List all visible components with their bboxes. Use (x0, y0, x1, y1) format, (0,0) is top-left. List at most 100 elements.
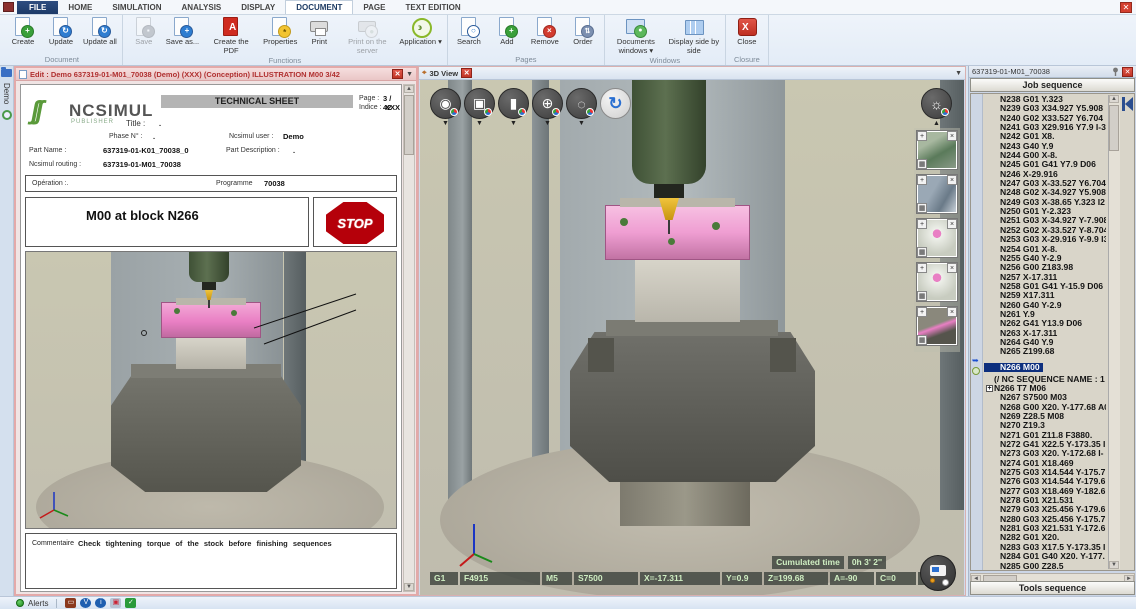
delete-icon[interactable]: × (947, 263, 957, 273)
report-icon[interactable]: ▣ (110, 598, 121, 608)
skip-to-block-icon[interactable] (1121, 96, 1134, 112)
save-as-button[interactable]: Save as... (163, 15, 202, 56)
tab-home[interactable]: HOME (58, 1, 102, 14)
caret-down-icon[interactable]: ▼ (442, 120, 449, 127)
scroll-down-icon[interactable]: ▼ (404, 583, 414, 591)
print-on-the-server-button[interactable]: Print on the server (338, 15, 396, 56)
document-scrollbar[interactable]: ▲ ▼ (403, 84, 415, 592)
project-folder-icon[interactable] (1, 69, 12, 77)
window-close-button[interactable]: ✕ (1120, 2, 1132, 13)
snapshot-4[interactable]: + × ▦ (916, 262, 958, 302)
tab-analysis[interactable]: ANALYSIS (172, 1, 232, 14)
scroll-thumb[interactable] (1109, 105, 1119, 151)
verify-icon[interactable]: V (80, 598, 91, 608)
grid-icon[interactable]: ▦ (917, 203, 927, 213)
zoom-icon[interactable]: + (917, 263, 927, 273)
tab-page[interactable]: PAGE (353, 1, 395, 14)
document-titlebar[interactable]: Edit : Demo 637319-01-M01_70038 (Demo) (… (16, 68, 416, 81)
print-button[interactable]: Print (300, 15, 338, 56)
grid-icon[interactable]: ▦ (917, 247, 927, 257)
delete-icon[interactable]: × (947, 131, 957, 141)
3d-viewport[interactable]: ◉▼▣▼▮▼⊕▼◌▼↻ ☼▲ +×▦+×▦+×▦+×▦+×▦ Cumulated… (420, 80, 964, 595)
user-label: Ncsimul user : (229, 133, 273, 140)
ok-check-icon[interactable]: ✓ (125, 598, 136, 608)
delete-icon[interactable]: × (947, 219, 957, 229)
gcode-line[interactable]: N266 M00 (984, 363, 1043, 372)
display-side-by-side-button[interactable]: Display side by side (665, 15, 723, 56)
document-close-button[interactable]: ✕ (392, 69, 403, 79)
scroll-up-icon[interactable]: ▲ (404, 85, 414, 93)
job-panel-header[interactable]: 637319-01-M01_70038 ✕ (969, 66, 1136, 78)
caret-down-icon[interactable]: ▼ (578, 120, 585, 127)
scroll-thumb[interactable] (404, 95, 414, 155)
programme-label: Programme (216, 180, 253, 187)
snapshot-3[interactable]: + × ▦ (916, 218, 958, 258)
job-panel-close-button[interactable]: ✕ (1122, 67, 1133, 77)
tool-display-button[interactable]: ▮ (498, 88, 529, 119)
job-sequence-bar[interactable]: Job sequence (970, 78, 1135, 92)
document-menu-caret-icon[interactable]: ▼ (406, 71, 413, 78)
tab-text-edition[interactable]: TEXT EDITION (395, 1, 470, 14)
update-button[interactable]: Update (42, 15, 80, 55)
caret-up-icon[interactable]: ▲ (933, 120, 940, 127)
properties-button[interactable]: Properties (260, 15, 300, 56)
scroll-up-icon[interactable]: ▲ (1109, 95, 1119, 103)
tab-document[interactable]: DOCUMENT (285, 0, 353, 14)
expander-icon[interactable]: + (986, 385, 993, 392)
add-button[interactable]: Add (488, 15, 526, 55)
save-button[interactable]: Save (125, 15, 163, 56)
properties-icon (269, 17, 291, 37)
search-icon (458, 17, 480, 37)
history-icon[interactable] (2, 110, 12, 120)
solid-display-button[interactable]: ▣ (464, 88, 495, 119)
info-icon[interactable]: i (95, 598, 106, 608)
zoom-button[interactable]: ⊕ (532, 88, 563, 119)
zoom-icon[interactable]: + (917, 175, 927, 185)
delete-icon[interactable]: × (947, 175, 957, 185)
delete-icon[interactable]: × (947, 307, 957, 317)
create-the-pdf-button[interactable]: Create the PDF (202, 15, 260, 56)
view3d-menu-caret-icon[interactable]: ▼ (955, 70, 962, 77)
view-settings-button[interactable]: ☼ (921, 88, 952, 119)
gcode-line[interactable]: N265 Z199.68 (984, 347, 1106, 356)
job-list-vscrollbar[interactable]: ▲ ▼ (1108, 95, 1120, 569)
app-icon[interactable] (3, 2, 14, 12)
rotate-view-button[interactable]: ↻ (600, 88, 631, 119)
search-button[interactable]: Search (450, 15, 488, 55)
caret-down-icon[interactable]: ▼ (510, 120, 517, 127)
left-dock-strip: Demo (0, 66, 14, 596)
remove-button[interactable]: Remove (526, 15, 564, 55)
render-views-button[interactable]: ◉ (430, 88, 461, 119)
tools-sequence-bar[interactable]: Tools sequence (970, 581, 1135, 595)
caret-down-icon[interactable]: ▼ (476, 120, 483, 127)
update-all-button[interactable]: Update all (80, 15, 120, 55)
gcode-line[interactable]: N285 G00 Z28.5 (984, 562, 1106, 571)
view3d-close-button[interactable]: ✕ (461, 68, 472, 78)
machine-status-icon[interactable]: ▭ (65, 598, 76, 608)
application-button[interactable]: Application ▾ (396, 15, 445, 56)
zoom-icon[interactable]: + (917, 131, 927, 141)
tab-simulation[interactable]: SIMULATION (102, 1, 171, 14)
selection-button[interactable]: ◌ (566, 88, 597, 119)
scroll-down-icon[interactable]: ▼ (1109, 561, 1119, 569)
caret-down-icon[interactable]: ▼ (544, 120, 551, 127)
grid-icon[interactable]: ▦ (917, 291, 927, 301)
snapshot-2[interactable]: + × ▦ (916, 174, 958, 214)
view3d-titlebar[interactable]: ⌖ 3D View ✕ ▼ (419, 67, 965, 80)
pin-icon[interactable] (1111, 67, 1120, 77)
documents-windows-button[interactable]: Documents windows ▾ (607, 15, 665, 56)
close-button[interactable]: Close (728, 15, 766, 55)
snapshot-1[interactable]: + × ▦ (916, 130, 958, 170)
grid-icon[interactable]: ▦ (917, 159, 927, 169)
grid-icon[interactable]: ▦ (917, 335, 927, 345)
pdf-icon (220, 17, 242, 37)
tab-display[interactable]: DISPLAY (231, 1, 285, 14)
machine-view-button[interactable] (920, 555, 956, 591)
snapshot-5[interactable]: + × ▦ (916, 306, 958, 346)
project-tab-demo[interactable]: Demo (2, 83, 11, 104)
create-button[interactable]: Create (4, 15, 42, 55)
tab-file[interactable]: FILE (17, 1, 58, 14)
order-button[interactable]: Order (564, 15, 602, 55)
zoom-icon[interactable]: + (917, 219, 927, 229)
zoom-icon[interactable]: + (917, 307, 927, 317)
